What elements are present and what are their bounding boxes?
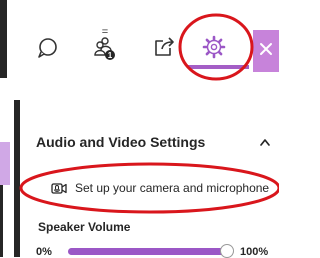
panel-edge: [14, 100, 20, 257]
attendee-count-badge: 1: [108, 51, 113, 60]
share-content-icon: [155, 37, 174, 56]
speaker-volume-slider[interactable]: [68, 244, 235, 258]
chat-bubble-icon: [38, 38, 57, 58]
tab-attendees[interactable]: = 1: [88, 0, 124, 78]
speaker-volume-max-label: 100%: [240, 246, 269, 258]
speaker-volume-fill: [68, 248, 228, 255]
panel-toolbar: = 1: [0, 0, 279, 78]
tab-share-content[interactable]: [146, 0, 182, 78]
camera-microphone-icon: [51, 183, 67, 194]
close-icon: [260, 43, 272, 55]
page-edge-accent: [0, 142, 10, 185]
close-panel-button[interactable]: [253, 30, 279, 72]
drag-handle-icon: =: [102, 26, 108, 38]
session-edge: [0, 0, 7, 78]
camera-setup-button[interactable]: Set up your camera and microphone: [33, 173, 270, 203]
attendees-icon: = 1: [94, 26, 115, 60]
page-edge: [0, 185, 3, 257]
speaker-volume-title: Speaker Volume: [38, 220, 131, 234]
section-title: Audio and Video Settings: [36, 134, 206, 150]
tab-chat[interactable]: [30, 0, 66, 78]
selected-tab-indicator: [188, 65, 249, 69]
divider: [0, 78, 279, 100]
chevron-up-icon[interactable]: [258, 136, 272, 148]
speaker-volume-min-label: 0%: [36, 246, 52, 258]
camera-setup-label: Set up your camera and microphone: [75, 181, 270, 195]
